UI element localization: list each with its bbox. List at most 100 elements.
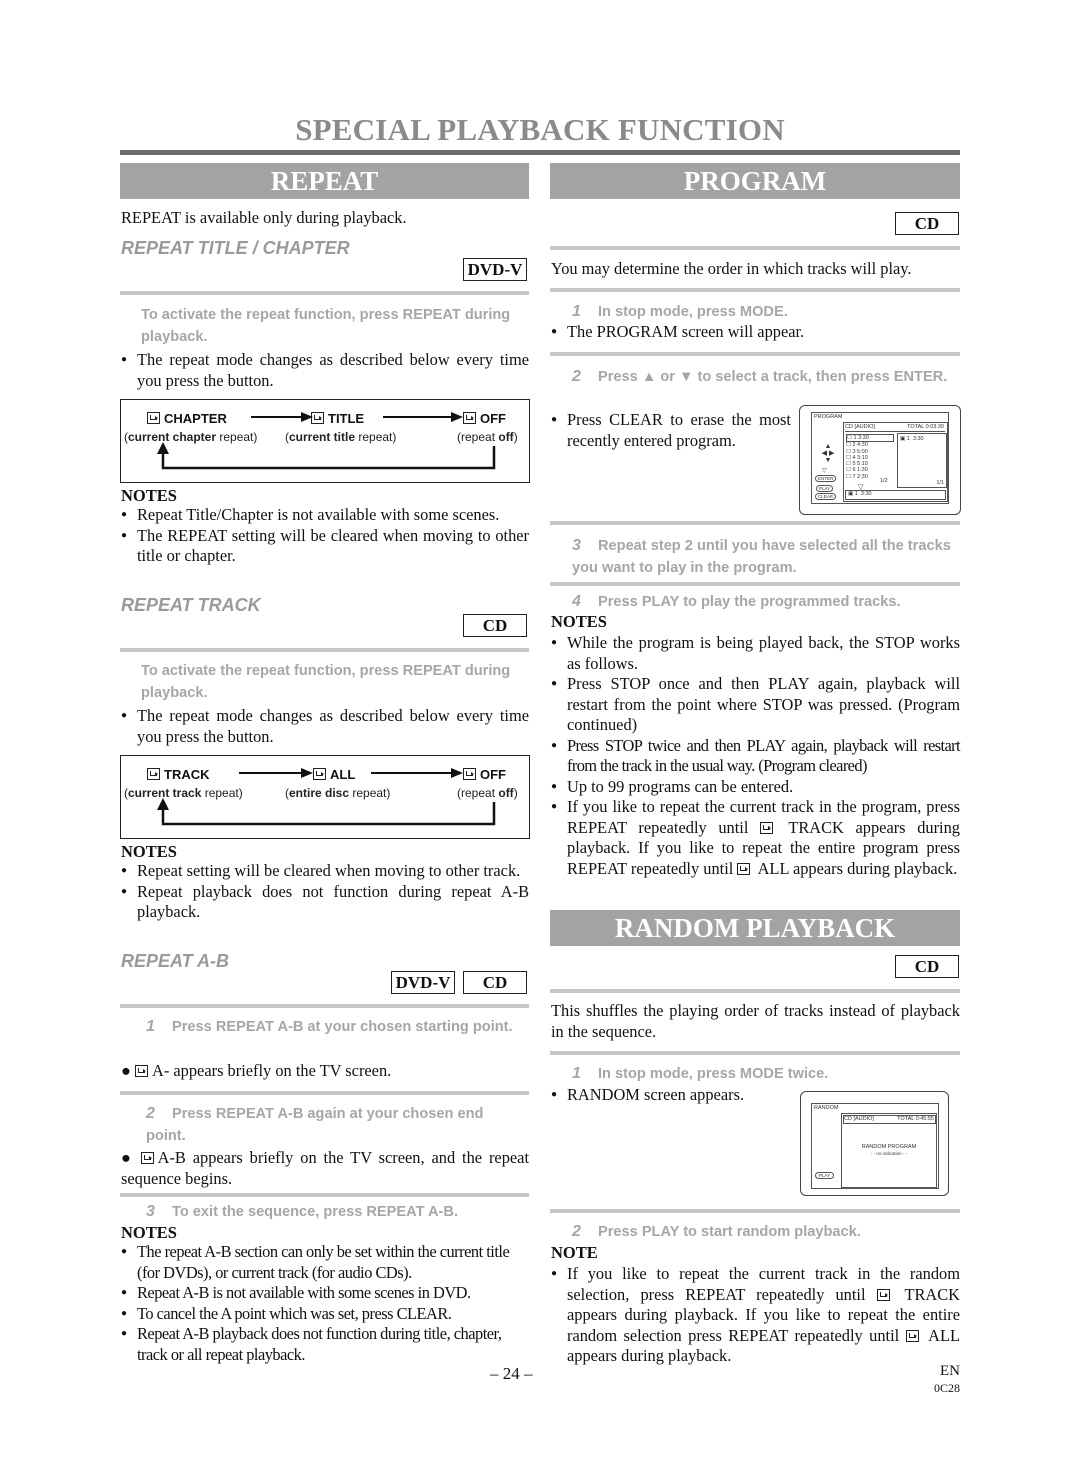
step-2: 2 Press REPEAT A-B again at your chosen e…: [146, 1105, 484, 1144]
language-code: EN: [940, 1363, 960, 1379]
note-item: Repeat setting will be cleared when movi…: [121, 861, 529, 882]
screen-header: CD [AUDIO] TOTAL 0:45:55: [843, 1115, 936, 1124]
divider: [120, 1004, 529, 1008]
arrow-head: [451, 412, 463, 422]
repeat-icon: [760, 821, 773, 834]
repeat-icon: [737, 862, 751, 875]
note-item: Repeat Title/Chapter is not available wi…: [121, 505, 529, 526]
divider: [120, 648, 529, 652]
random-intro: This shuffles the playing order of track…: [551, 1001, 960, 1041]
return-line: [161, 446, 496, 470]
note-item: Repeat playback does not function during…: [121, 882, 529, 923]
notes-heading: NOTES: [121, 1223, 177, 1242]
bullet-item: The PROGRAM screen will appear.: [551, 322, 959, 343]
screen-title: RANDOM: [814, 1105, 839, 1111]
bullet-list: The repeat mode changes as described bel…: [121, 706, 529, 747]
notes-heading: NOTES: [551, 612, 607, 631]
footer-code: EN 0C28: [934, 1363, 960, 1397]
repeat-intro: REPEAT is available only during playback…: [121, 208, 407, 227]
arrow-head: [301, 412, 313, 422]
title-rule: [120, 150, 960, 155]
divider: [550, 521, 960, 525]
bullet-list: RANDOM screen appears.: [551, 1085, 791, 1106]
screen-clear-button: CLEAR: [815, 493, 837, 500]
bottom-entry: ▣ 1 3:30: [845, 490, 946, 500]
return-arrow-head: [157, 798, 169, 810]
screen-enter-button: ENTER: [815, 475, 837, 482]
step-2-result: ● A-B appears briefly on the TV screen, …: [121, 1148, 530, 1188]
note-heading: NOTE: [551, 1243, 598, 1262]
divider: [550, 1209, 960, 1213]
divider: [550, 288, 960, 292]
program-screen-illustration: PROGRAM CD [AUDIO] TOTAL 0:03:30 ☐ 1 3:3…: [799, 405, 961, 515]
return-arrow-head: [157, 442, 169, 454]
step-4: 4 Press PLAY to play the programmed track…: [572, 593, 901, 610]
program-page: 1/1: [936, 480, 944, 486]
screen-frame: PROGRAM CD [AUDIO] TOTAL 0:03:30 ☐ 1 3:3…: [811, 412, 949, 504]
step-3: 3 Repeat step 2 until you have selected a…: [572, 537, 951, 576]
bullet-list: The PROGRAM screen will appear.: [551, 322, 959, 343]
note-item: The REPEAT setting will be cleared when …: [121, 526, 529, 567]
page-title: SPECIAL PLAYBACK FUNCTION: [295, 112, 785, 147]
repeat-mode-diagram: CHAPTER TITLE OFF (current chapter repea…: [120, 399, 530, 483]
program-banner: PROGRAM: [550, 163, 960, 199]
note-item: To cancel the A point which was set, pre…: [121, 1304, 531, 1325]
return-line: [161, 802, 496, 826]
note-item: The repeat A-B section can only be set w…: [121, 1242, 531, 1283]
divider: [550, 352, 960, 356]
no-indication-label: - - no indication - -: [870, 1151, 908, 1156]
step-instruction: To activate the repeat function, press R…: [141, 307, 511, 345]
model-code: 0C28: [933, 1381, 960, 1395]
repeat-icon: [876, 1288, 890, 1301]
screen-play-button: PLAY: [816, 485, 834, 492]
note-item: Repeat A-B playback does not function du…: [121, 1324, 531, 1365]
note-item: If you like to repeat the current track …: [551, 797, 960, 879]
screen-panel: CD [AUDIO] TOTAL 0:45:55 RANDOM PROGRAM …: [841, 1113, 937, 1188]
dpad-icon: ▲ ◀ ▶ ▼: [821, 443, 835, 464]
step-1-result: ● A- appears briefly on the TV screen.: [121, 1061, 392, 1080]
down-arrow-icon: ▽: [822, 468, 827, 474]
program-entry: ▣ 1 3:30: [900, 436, 924, 442]
divider: [120, 1193, 529, 1197]
cd-badge: CD: [463, 614, 527, 637]
repeat-title-chapter-heading: REPEAT TITLE / CHAPTER: [121, 238, 350, 258]
bullet-item: Press CLEAR to erase the most recently e…: [551, 410, 791, 451]
notes-heading: NOTES: [121, 842, 177, 861]
note-item: Up to 99 programs can be entered.: [551, 777, 960, 798]
step-instruction: To activate the repeat function, press R…: [141, 663, 511, 701]
dvd-v-badge: DVD-V: [463, 258, 527, 281]
cycle-arrows: [157, 768, 496, 826]
repeat-ab-heading: REPEAT A-B: [121, 951, 229, 971]
notes-list: Repeat Title/Chapter is not available wi…: [121, 505, 529, 567]
screen-panel: CD [AUDIO] TOTAL 0:03:30 ☐ 1 3:30 ☐ 2 4:3…: [843, 422, 948, 502]
note-item: If you like to repeat the current track …: [551, 1264, 960, 1367]
notes-list: If you like to repeat the current track …: [551, 1264, 960, 1367]
repeat-icon: [140, 1152, 154, 1164]
note-item: Repeat A-B is not available with some sc…: [121, 1283, 531, 1304]
note-item: Press STOP once and then PLAY again, pla…: [551, 674, 960, 736]
random-screen-illustration: RANDOM CD [AUDIO] TOTAL 0:45:55 RANDOM P…: [800, 1091, 949, 1196]
program-list-panel: ▣ 1 3:30 1/1: [897, 433, 947, 488]
page-number: – 24 –: [490, 1364, 533, 1383]
track-list: ☐ 1 3:30 ☐ 2 4:30 ☐ 3 5:00 ☐ 4 3:10 ☐ 5 5:10…: [846, 434, 894, 480]
divider: [550, 989, 960, 993]
divider: [550, 582, 960, 586]
note-item: While the program is being played back, …: [551, 633, 960, 674]
dvd-v-badge: DVD-V: [391, 971, 455, 994]
screen-header: CD [AUDIO] TOTAL 0:03:30: [845, 424, 945, 432]
bullet-list: Press CLEAR to erase the most recently e…: [551, 410, 791, 451]
step-1: 1 In stop mode, press MODE twice.: [572, 1065, 829, 1082]
cd-badge: CD: [895, 212, 959, 235]
notes-heading: NOTES: [121, 486, 177, 505]
screen-title: PROGRAM: [814, 414, 843, 420]
divider: [120, 1091, 529, 1095]
bullet-item: The repeat mode changes as described bel…: [121, 706, 529, 747]
repeat-banner: REPEAT: [120, 163, 529, 199]
cd-badge: CD: [463, 971, 527, 994]
note-item: Press STOP twice and then PLAY again, pl…: [551, 736, 961, 777]
arrow-head: [451, 768, 463, 778]
screen-play-button: PLAY: [815, 1172, 835, 1179]
random-playback-banner: RANDOM PLAYBACK: [550, 910, 960, 946]
list-page: 1/2: [880, 478, 888, 484]
step-2: 2 Press PLAY to start random playback.: [572, 1223, 861, 1240]
